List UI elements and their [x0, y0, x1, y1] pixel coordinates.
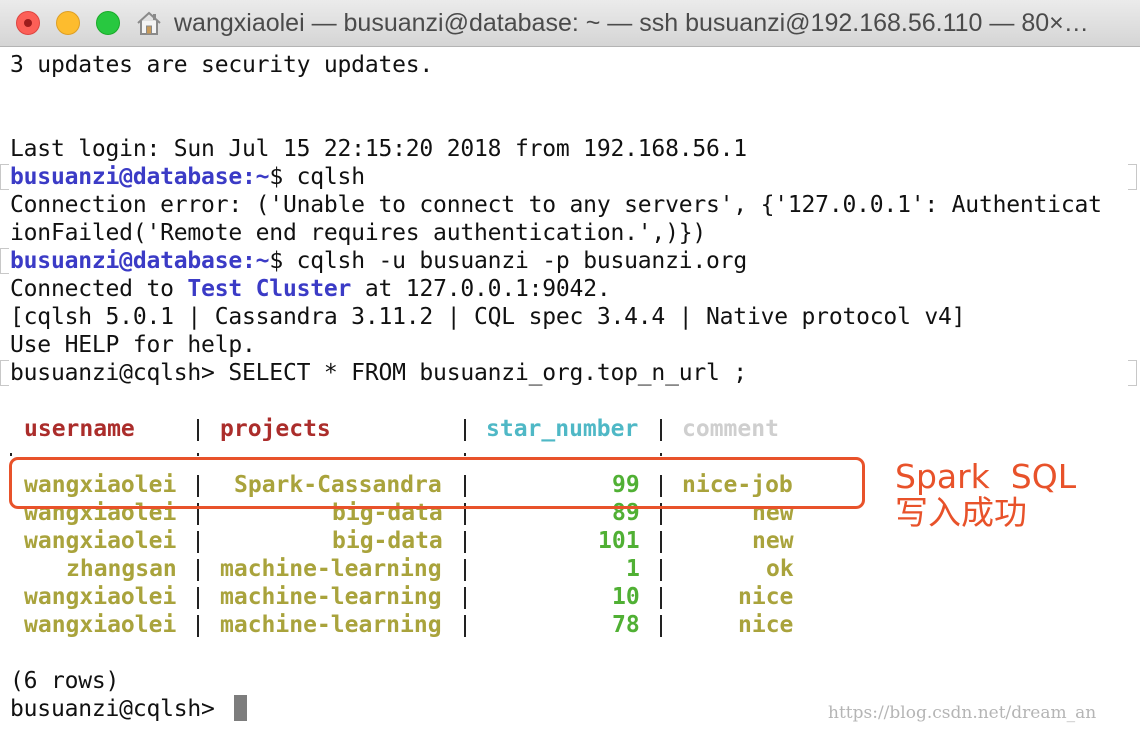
table-cell-comment: nice	[738, 584, 794, 610]
prompt-line-2: busuanzi@database:~$ cqlsh -u busuanzi -…	[10, 247, 747, 275]
column-separator	[660, 615, 662, 637]
watermark: https://blog.csdn.net/dream_an	[828, 703, 1097, 723]
version-line: [cqlsh 5.0.1 | Cassandra 3.11.2 | CQL sp…	[10, 304, 966, 330]
table-cell-username: wangxiaolei	[24, 584, 177, 610]
column-separator	[464, 559, 466, 581]
connected-suffix: at 127.0.0.1:9042.	[351, 276, 611, 302]
line-mark-left	[0, 248, 9, 274]
terminal-content[interactable]: 3 updates are security updates. Last log…	[0, 47, 1140, 732]
prompt-user: busuanzi@database	[10, 248, 243, 274]
window-title: wangxiaolei — busuanzi@database: ~ — ssh…	[174, 9, 1089, 37]
table-cell-username: zhangsan	[66, 556, 177, 582]
home-icon	[137, 11, 161, 35]
prompt-path: :~	[242, 248, 270, 274]
divider-mark	[197, 453, 199, 456]
column-separator	[197, 615, 199, 637]
column-separator	[660, 559, 662, 581]
column-separator	[464, 615, 466, 637]
title-bar[interactable]: wangxiaolei — busuanzi@database: ~ — ssh…	[0, 0, 1140, 47]
final-prompt-line[interactable]: busuanzi@cqlsh>	[10, 695, 228, 723]
column-separator	[197, 587, 199, 609]
table-cell-comment: new	[752, 528, 794, 554]
annotation-line-1: Spark SQL	[895, 457, 1077, 496]
prompt-command: $ cqlsh -u busuanzi -p busuanzi.org	[269, 248, 747, 274]
table-cell-comment: ok	[766, 556, 794, 582]
table-cell-username: wangxiaolei	[24, 528, 177, 554]
rows-count-line: (6 rows)	[10, 668, 120, 694]
table-cell-star-number: 101	[598, 528, 640, 554]
column-separator	[197, 531, 199, 553]
table-cell-projects: machine-learning	[220, 556, 442, 582]
column-separator	[660, 419, 662, 441]
prompt-user: busuanzi@database	[10, 164, 243, 190]
column-separator	[464, 587, 466, 609]
connected-prefix: Connected to	[10, 276, 188, 302]
line-mark-left	[0, 360, 9, 386]
column-separator	[660, 587, 662, 609]
divider-mark	[464, 453, 466, 456]
divider-mark	[10, 453, 12, 456]
highlight-box	[9, 457, 865, 509]
error-line-1: Connection error: ('Unable to connect to…	[10, 192, 1102, 218]
error-line-2: ionFailed('Remote end requires authentic…	[10, 220, 707, 246]
minimize-button[interactable]	[56, 11, 80, 35]
header-star-number: star_number	[486, 416, 639, 442]
column-separator	[197, 419, 199, 441]
table-cell-star-number: 10	[612, 584, 640, 610]
header-comment: comment	[682, 416, 779, 442]
cursor-block	[234, 695, 247, 721]
annotation-line-2: 写入成功	[895, 493, 1027, 532]
help-line: Use HELP for help.	[10, 332, 256, 358]
table-cell-projects: big-data	[332, 528, 443, 554]
divider-mark	[660, 453, 662, 456]
table-cell-projects: machine-learning	[220, 584, 442, 610]
query-line: busuanzi@cqlsh> SELECT * FROM busuanzi_o…	[10, 360, 747, 386]
table-cell-comment: nice	[738, 612, 794, 638]
table-cell-username: wangxiaolei	[24, 612, 177, 638]
last-login-line: Last login: Sun Jul 15 22:15:20 2018 fro…	[10, 136, 747, 162]
prompt-command: $ cqlsh	[269, 164, 365, 190]
security-updates-line: 3 updates are security updates.	[10, 52, 434, 78]
column-separator	[197, 559, 199, 581]
prompt-line-1: busuanzi@database:~$ cqlsh	[10, 163, 365, 191]
header-username: username	[24, 416, 135, 442]
prompt-path: :~	[242, 164, 270, 190]
line-mark-left	[0, 164, 9, 190]
terminal-window: wangxiaolei — busuanzi@database: ~ — ssh…	[0, 0, 1140, 732]
header-projects: projects	[220, 416, 331, 442]
column-separator	[660, 531, 662, 553]
table-cell-star-number: 78	[612, 612, 640, 638]
table-cell-star-number: 1	[626, 556, 640, 582]
line-mark-right	[1128, 360, 1137, 386]
column-separator	[464, 531, 466, 553]
cluster-name: Test Cluster	[187, 276, 352, 302]
line-mark-right	[1128, 164, 1137, 190]
maximize-button[interactable]	[96, 11, 120, 35]
table-cell-projects: machine-learning	[220, 612, 442, 638]
close-button[interactable]	[16, 11, 40, 35]
column-separator	[464, 419, 466, 441]
connected-line: Connected to Test Cluster at 127.0.0.1:9…	[10, 275, 611, 303]
